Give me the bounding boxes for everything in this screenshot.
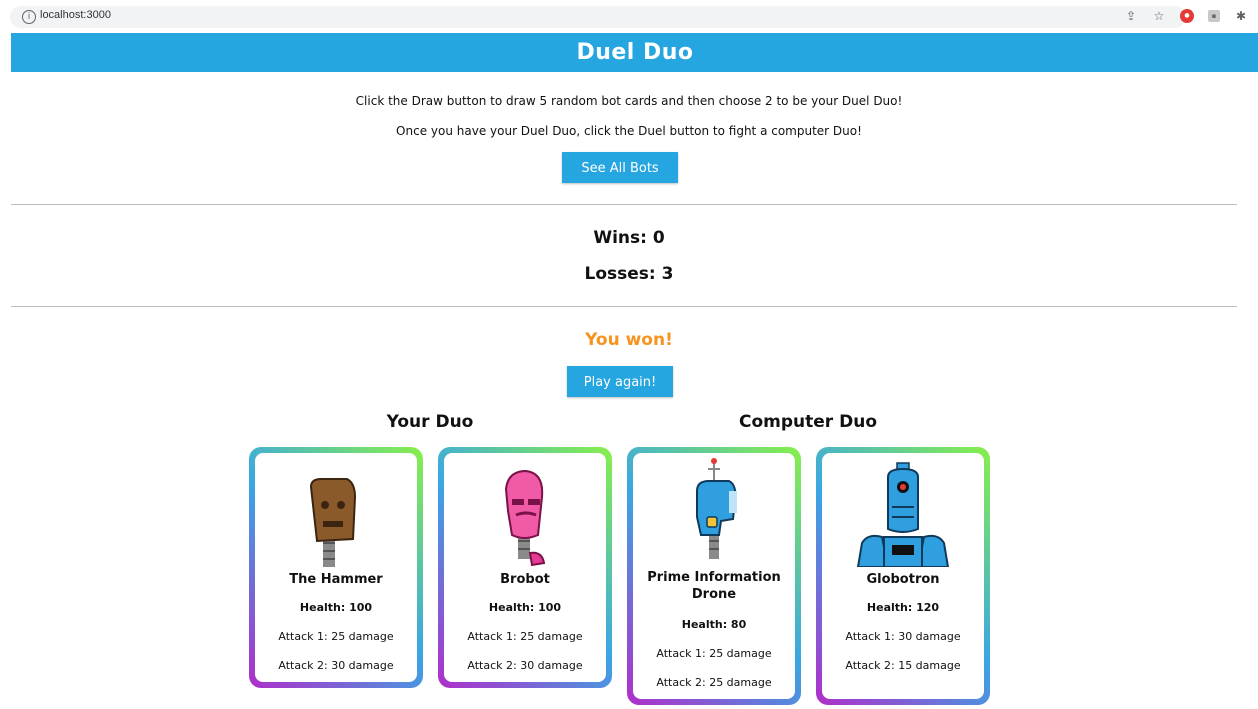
page-title: Duel Duo: [11, 33, 1258, 72]
bot-name: Prime Information Drone: [647, 570, 781, 602]
bot-card: Brobot Health: 100 Attack 1: 25 damage A…: [438, 447, 612, 688]
divider: [11, 204, 1237, 205]
losses-count: Losses: 3: [584, 264, 674, 284]
bot-name: Brobot: [500, 572, 550, 587]
result-message: You won!: [585, 330, 673, 350]
star-icon[interactable]: ☆: [1152, 9, 1166, 23]
robot-globotron-icon: [856, 462, 950, 567]
bot-card: The Hammer Health: 100 Attack 1: 25 dama…: [249, 447, 423, 688]
robot-brobot-icon: [504, 469, 546, 567]
bot-attack-2: Attack 2: 15 damage: [845, 659, 961, 672]
bot-health: Health: 100: [299, 601, 373, 614]
bot-name: The Hammer: [289, 572, 383, 587]
share-icon[interactable]: ⇪: [1124, 9, 1138, 23]
bot-attack-1: Attack 1: 25 damage: [278, 630, 394, 643]
puzzle-icon[interactable]: ✱: [1234, 9, 1248, 23]
your-duo-title: Your Duo: [386, 412, 474, 432]
bot-attack-2: Attack 2: 30 damage: [467, 659, 583, 672]
bot-health: Health: 100: [488, 601, 562, 614]
see-all-bots-button[interactable]: See All Bots: [562, 152, 678, 183]
bot-attack-1: Attack 1: 30 damage: [845, 630, 961, 643]
wins-count: Wins: 0: [593, 228, 665, 248]
play-again-button[interactable]: Play again!: [567, 366, 673, 397]
address-bar[interactable]: i localhost:3000: [10, 6, 1186, 28]
extension-icon[interactable]: ▪: [1208, 10, 1220, 22]
computer-duo-title: Computer Duo: [739, 412, 877, 432]
intro-text: Once you have your Duel Duo, click the D…: [396, 124, 862, 138]
bot-health: Health: 120: [866, 601, 940, 614]
bot-name: Globotron: [866, 572, 940, 587]
bot-card: Prime Information Drone Health: 80 Attac…: [627, 447, 801, 705]
browser-toolbar: i localhost:3000 ⇪ ☆ ● ▪ ✱: [0, 0, 1258, 34]
bot-attack-1: Attack 1: 25 damage: [467, 630, 583, 643]
bot-health: Health: 80: [681, 618, 747, 631]
info-icon[interactable]: i: [22, 10, 36, 24]
bot-attack-1: Attack 1: 25 damage: [656, 647, 772, 660]
divider: [11, 306, 1237, 307]
extension-icon[interactable]: ●: [1180, 9, 1194, 23]
robot-drone-icon: [696, 458, 737, 559]
robot-hammer-icon: [309, 478, 357, 567]
intro-text: Click the Draw button to draw 5 random b…: [355, 94, 903, 108]
bot-attack-2: Attack 2: 30 damage: [278, 659, 394, 672]
bot-attack-2: Attack 2: 25 damage: [656, 676, 772, 689]
bot-card: Globotron Health: 120 Attack 1: 30 damag…: [816, 447, 990, 705]
url-text: localhost:3000: [40, 9, 111, 21]
